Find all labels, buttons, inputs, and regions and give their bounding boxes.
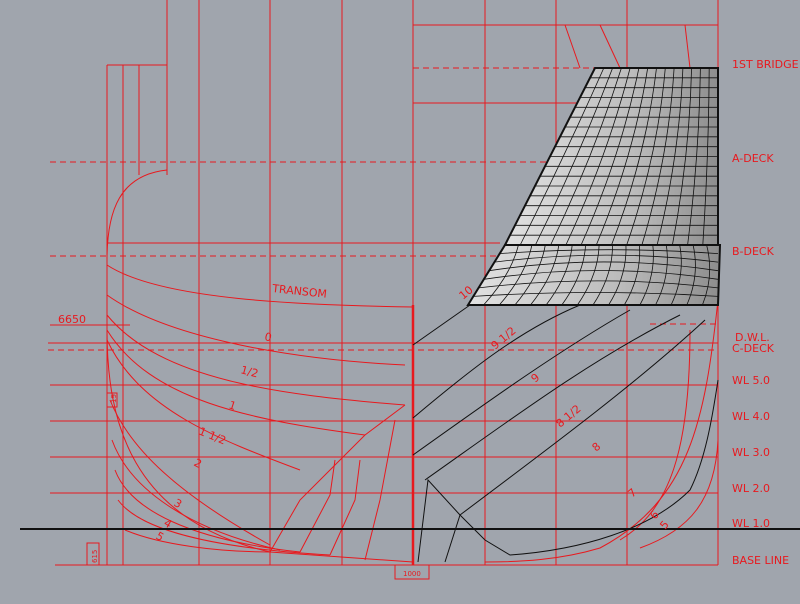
label-615: 615 [91, 550, 99, 563]
label-a-deck: A-DECK [732, 152, 774, 165]
label-wl20: WL 2.0 [732, 482, 770, 495]
label-station-half: 1/2 [239, 363, 259, 380]
label-station-1-half: 1 1/2 [197, 425, 228, 448]
label-transom: TRANSOM [271, 282, 328, 301]
label-wl50: WL 5.0 [732, 374, 770, 387]
label-1st-bridge: 1ST BRIDGE [732, 58, 799, 71]
label-station-8-half: 8 1/2 [554, 402, 584, 430]
label-base-line: BASE LINE [732, 554, 789, 567]
label-station-0: 0 [263, 330, 273, 344]
label-wl30: WL 3.0 [732, 446, 770, 459]
label-station-2: 2 [192, 456, 204, 471]
body-plan-drawing: 1ST BRIDGE A-DECK B-DECK D.W.L. C-DECK W… [20, 0, 800, 580]
label-station-9: 9 [529, 371, 543, 385]
label-wl10: WL 1.0 [732, 517, 770, 530]
label-station-1: 1 [227, 398, 238, 413]
label-wl40: WL 4.0 [732, 410, 770, 423]
black-sections [412, 304, 719, 563]
label-6650: 6650 [58, 313, 86, 326]
cad-viewport[interactable]: 1ST BRIDGE A-DECK B-DECK D.W.L. C-DECK W… [0, 0, 800, 600]
label-station-9-half: 9 1/2 [489, 324, 519, 352]
hull-mesh [466, 67, 722, 306]
label-19: 19 [110, 394, 118, 403]
label-b-deck: B-DECK [732, 245, 775, 258]
label-station-8: 8 [590, 440, 604, 454]
aft-sections [106, 169, 414, 563]
label-1000: 1000 [403, 570, 421, 578]
label-c-deck: C-DECK [732, 342, 775, 355]
